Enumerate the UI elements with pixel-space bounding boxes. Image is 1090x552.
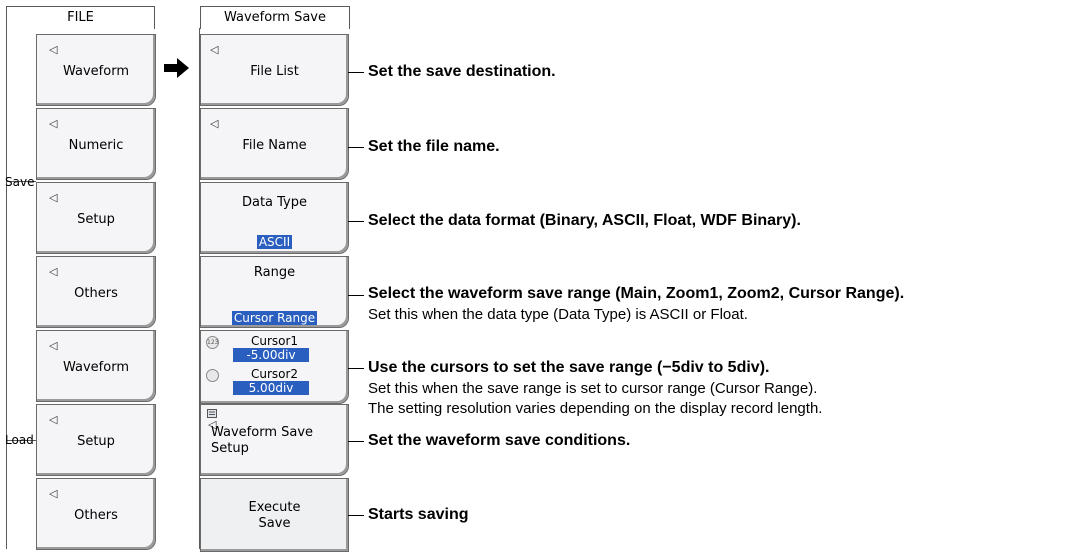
waveform-save-title: Waveform Save xyxy=(200,6,350,29)
file-name-button[interactable]: ◁ File Name xyxy=(200,108,349,180)
file-name-label: File Name xyxy=(242,138,307,153)
load-waveform-label: Waveform xyxy=(63,360,129,375)
file-menu-title: FILE xyxy=(6,6,155,29)
leader-line xyxy=(348,441,364,442)
execute-description: Starts saving xyxy=(368,506,469,523)
submenu-triangle-icon: ◁ xyxy=(49,413,58,426)
submenu-triangle-icon: ◁ xyxy=(49,487,58,500)
data-type-button[interactable]: Data Type ASCII xyxy=(200,182,349,254)
load-others-button[interactable]: ◁ Others xyxy=(36,478,156,550)
cursor-jog-button[interactable]: 123 Cursor1 -5.00div Cursor2 5.00div xyxy=(200,330,349,404)
load-others-label: Others xyxy=(74,508,118,523)
cursor1-label: Cursor1 xyxy=(250,334,299,348)
range-note: Set this when the data type (Data Type) … xyxy=(368,306,748,323)
file-name-description: Set the file name. xyxy=(368,138,500,155)
save-group-label: Save xyxy=(5,175,35,189)
submenu-triangle-icon: ◁ xyxy=(210,117,219,130)
cursor-description: Use the cursors to set the save range (−… xyxy=(368,359,770,376)
leader-line xyxy=(348,72,364,73)
data-type-description: Select the data format (Binary, ASCII, F… xyxy=(368,212,801,229)
load-waveform-button[interactable]: ◁ Waveform xyxy=(36,330,156,402)
range-value: Cursor Range xyxy=(231,311,318,325)
waveform-save-setup-button[interactable]: ◁ Waveform Save Setup xyxy=(200,404,349,476)
save-others-button[interactable]: ◁ Others xyxy=(36,256,156,328)
file-list-label: File List xyxy=(250,64,299,79)
file-list-description: Set the save destination. xyxy=(368,63,556,80)
right-arrow-icon xyxy=(164,58,189,78)
file-menu: FILE Save Load ◁ Waveform ◁ Numeric ◁ Se… xyxy=(0,0,156,550)
save-numeric-button[interactable]: ◁ Numeric xyxy=(36,108,156,180)
cursor-note-1: Set this when the save range is set to c… xyxy=(368,380,818,397)
leader-line xyxy=(348,221,364,222)
data-type-label: Data Type xyxy=(241,195,308,210)
data-type-value: ASCII xyxy=(256,235,293,249)
cursor-note-2: The setting resolution varies depending … xyxy=(368,400,823,417)
file-list-button[interactable]: ◁ File List xyxy=(200,34,349,106)
leader-line xyxy=(348,515,364,516)
submenu-triangle-icon: ◁ xyxy=(49,191,58,204)
load-group-label: Load xyxy=(5,433,34,447)
save-numeric-label: Numeric xyxy=(68,138,124,153)
execute-save-label-2: Save xyxy=(258,516,291,531)
load-setup-label: Setup xyxy=(77,434,115,449)
leader-line xyxy=(348,147,364,148)
save-waveform-label: Waveform xyxy=(63,64,129,79)
leader-line xyxy=(348,295,364,296)
waveform-save-setup-label-2: Setup xyxy=(211,441,249,456)
leader-line xyxy=(348,368,364,369)
submenu-triangle-icon: ◁ xyxy=(49,339,58,352)
save-setup-label: Setup xyxy=(77,212,115,227)
waveform-save-setup-label-1: Waveform Save xyxy=(211,425,314,440)
setup-list-icon xyxy=(207,409,217,418)
load-setup-button[interactable]: ◁ Setup xyxy=(36,404,156,476)
save-waveform-button[interactable]: ◁ Waveform xyxy=(36,34,156,106)
cursor2-value: 5.00div xyxy=(233,381,309,395)
save-others-label: Others xyxy=(74,286,118,301)
cursor2-label: Cursor2 xyxy=(250,367,299,381)
setup-description: Set the waveform save conditions. xyxy=(368,432,631,449)
range-description: Select the waveform save range (Main, Zo… xyxy=(368,285,905,302)
submenu-triangle-icon: ◁ xyxy=(49,265,58,278)
save-setup-button[interactable]: ◁ Setup xyxy=(36,182,156,254)
execute-save-label-1: Execute xyxy=(248,500,301,515)
submenu-triangle-icon: ◁ xyxy=(49,43,58,56)
execute-save-button[interactable]: Execute Save xyxy=(200,478,349,552)
range-label: Range xyxy=(253,265,296,280)
submenu-triangle-icon: ◁ xyxy=(49,117,58,130)
submenu-triangle-icon: ◁ xyxy=(210,43,219,56)
range-button[interactable]: Range Cursor Range xyxy=(200,256,349,328)
cursor1-value: -5.00div xyxy=(233,348,309,362)
